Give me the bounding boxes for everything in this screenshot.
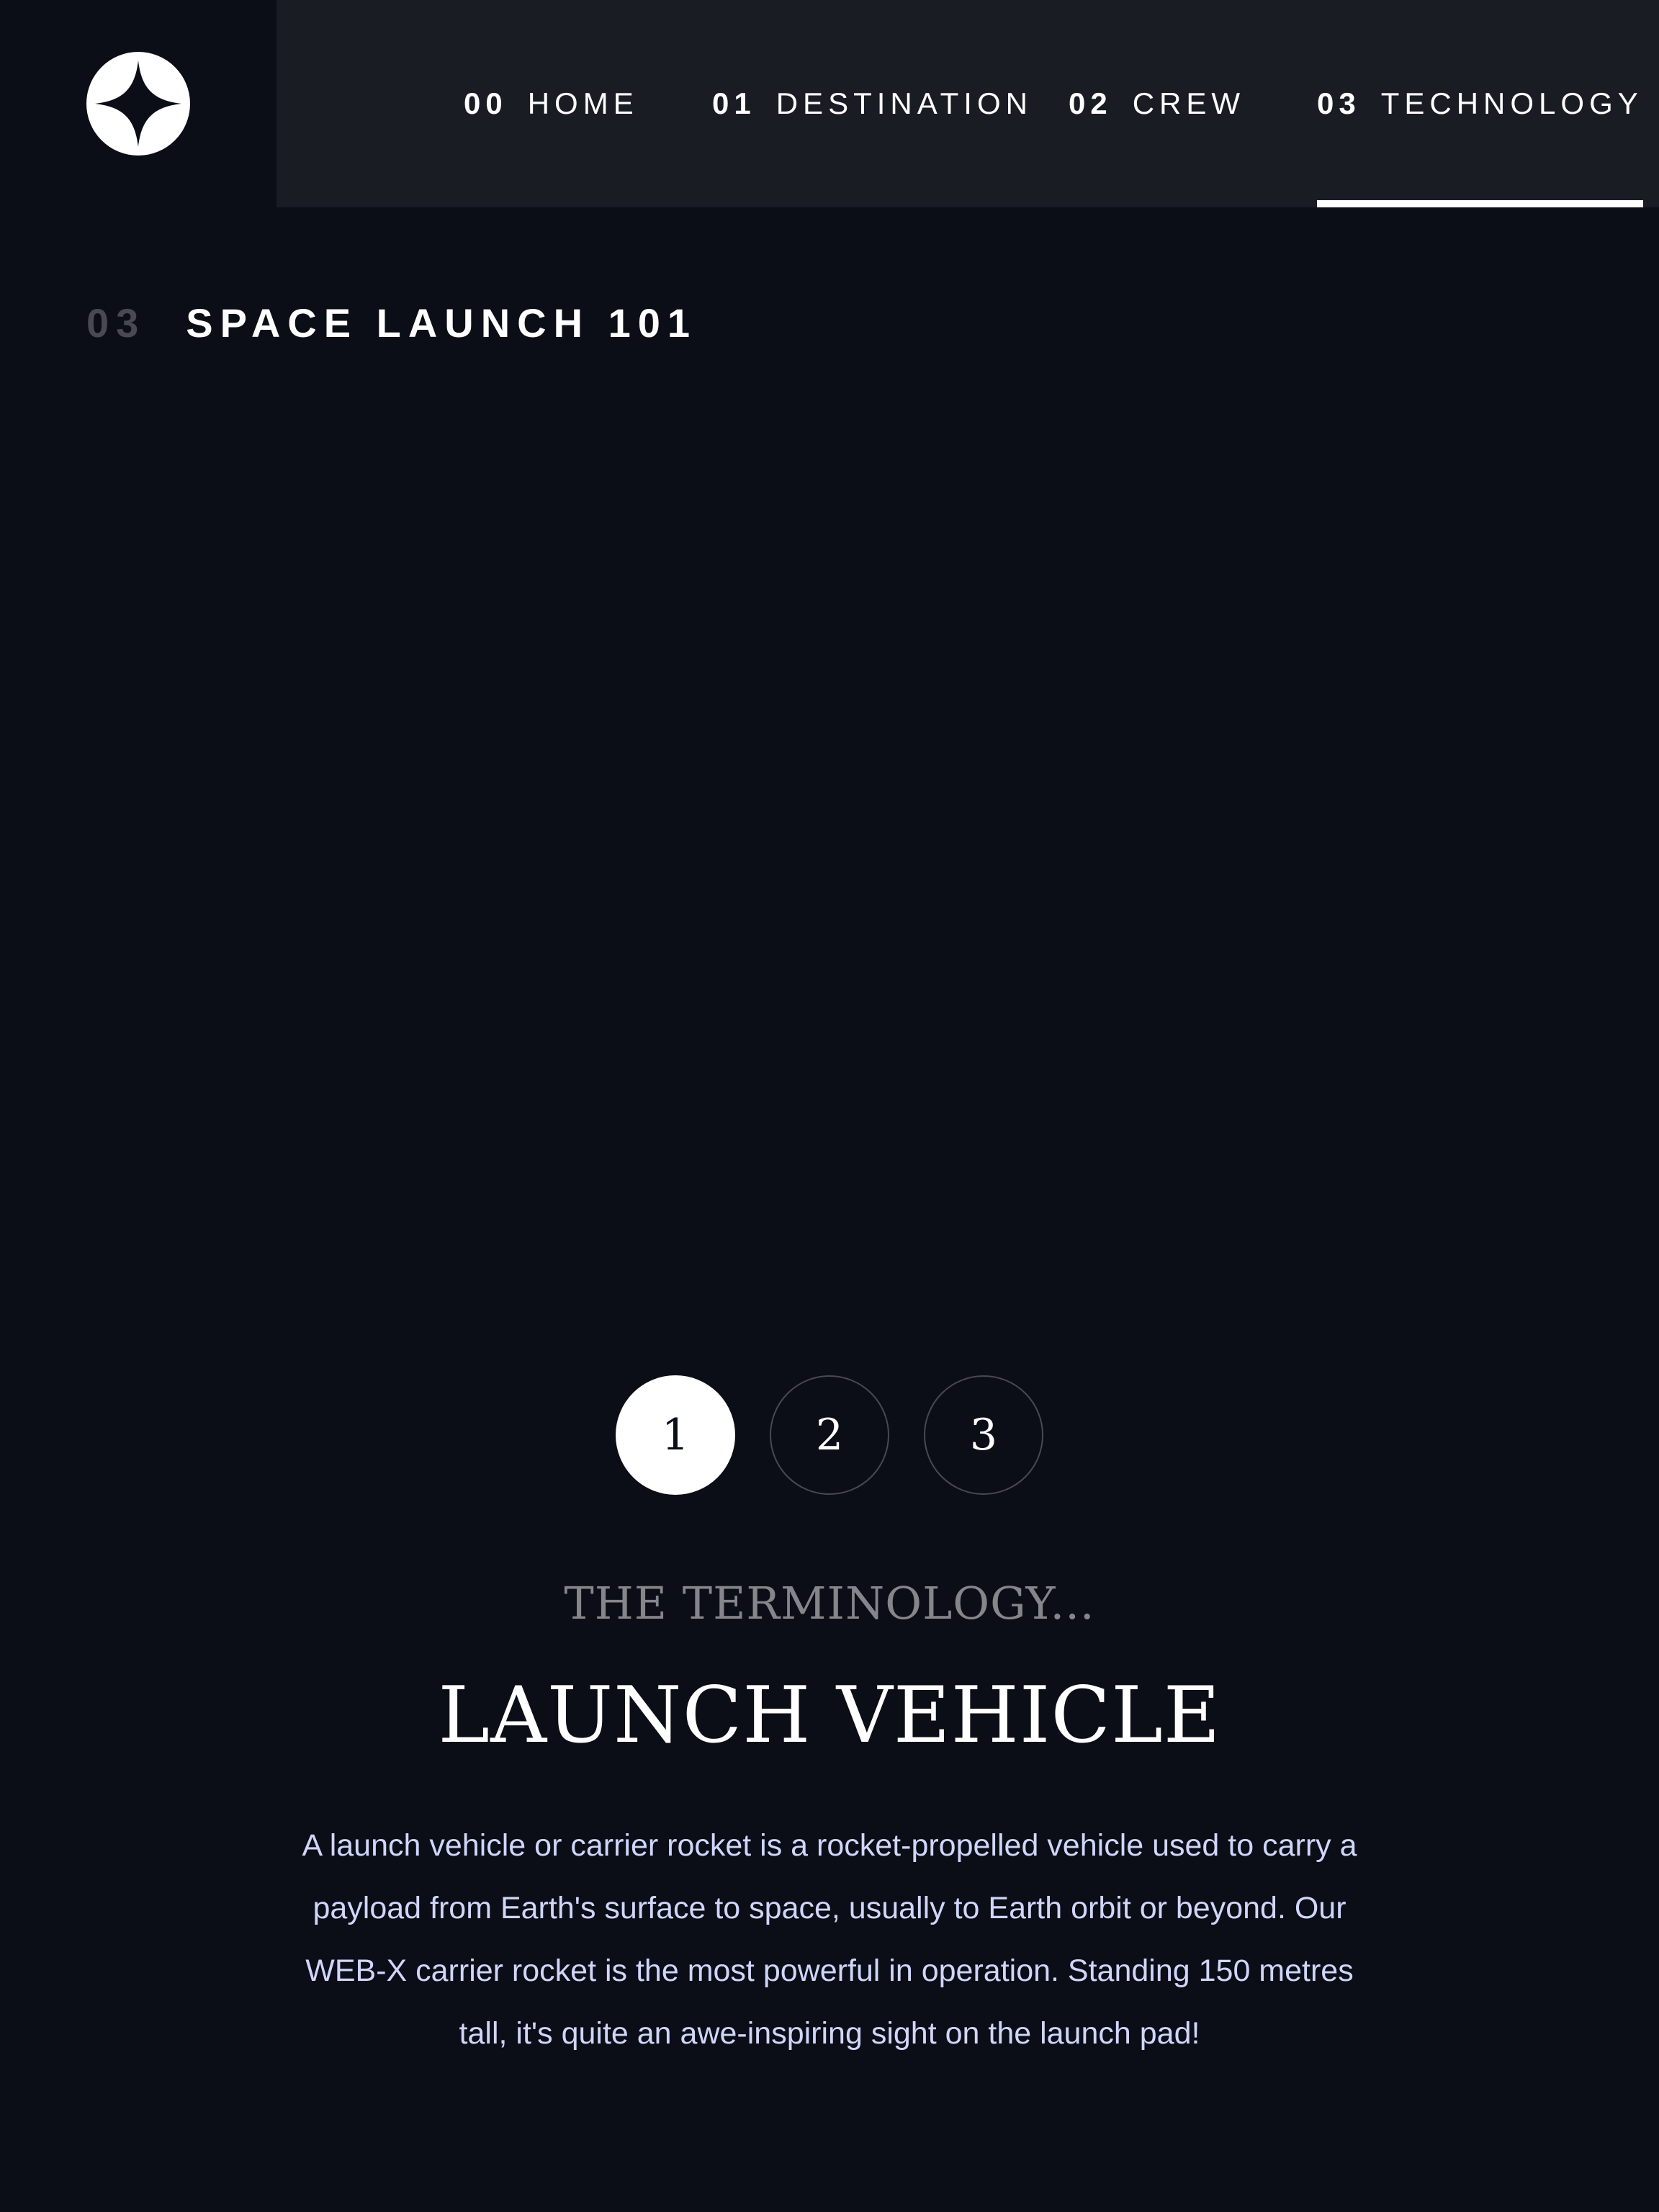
nav-item-number: 00 [464, 86, 508, 120]
page-heading: 03 SPACE LAUNCH 101 [86, 294, 697, 351]
nav-item-number: 01 [712, 86, 756, 120]
technology-pager: 1 2 3 [0, 1375, 1659, 1496]
nav-item-number: 03 [1317, 86, 1361, 120]
nav-item-label: DESTINATION [775, 86, 1033, 120]
main-navbar: 00 HOME 01 DESTINATION 02 CREW 03 TECHNO… [276, 0, 1659, 207]
page-heading-text: SPACE LAUNCH 101 [186, 300, 698, 346]
technology-title: LAUNCH VEHICLE [438, 1671, 1221, 1761]
nav-item-label: TECHNOLOGY [1380, 86, 1643, 120]
page-heading-number: 03 [86, 300, 146, 346]
terminology-subheading: THE TERMINOLOGY... [564, 1577, 1095, 1629]
nav-item-technology[interactable]: 03 TECHNOLOGY [1317, 0, 1643, 207]
nav-item-destination[interactable]: 01 DESTINATION [712, 0, 1033, 207]
nav-item-number: 02 [1069, 86, 1112, 120]
pager-button-3[interactable]: 3 [924, 1375, 1043, 1495]
nav-item-label: HOME [527, 86, 639, 120]
pager-button-2[interactable]: 2 [770, 1375, 889, 1495]
pager-button-1[interactable]: 1 [616, 1375, 735, 1495]
nav-item-crew[interactable]: 02 CREW [1069, 0, 1245, 207]
star-logo-icon[interactable] [86, 52, 190, 156]
technology-description: A launch vehicle or carrier rocket is a … [302, 1828, 1357, 2051]
technology-image-area [0, 403, 1659, 1339]
page: 00 HOME 01 DESTINATION 02 CREW 03 TECHNO… [0, 0, 1659, 2212]
nav-item-home[interactable]: 00 HOME [464, 0, 639, 207]
nav-item-label: CREW [1132, 86, 1246, 120]
